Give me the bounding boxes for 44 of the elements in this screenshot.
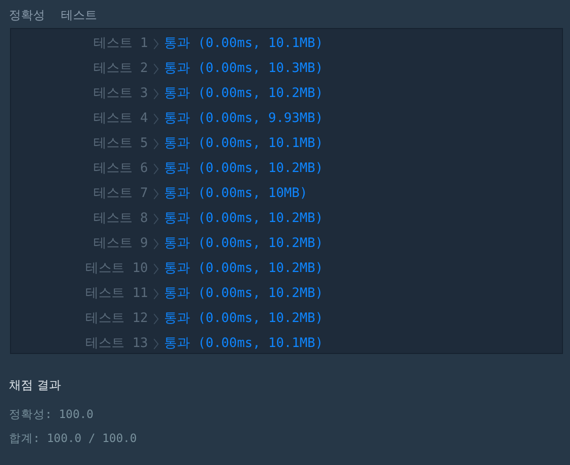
chevron-icon [153, 238, 159, 250]
test-label: 테스트 12 [84, 310, 148, 328]
summary-line: 합계: 100.0 / 100.0 [9, 430, 137, 447]
chevron-icon [153, 262, 159, 274]
column-header: 테스트 [61, 7, 97, 24]
chevron-icon [153, 188, 159, 200]
test-result: 통과 (0.00ms, 10.1MB) [164, 34, 324, 53]
chevron-icon [153, 112, 159, 124]
test-result: 통과 (0.00ms, 9.93MB) [164, 110, 324, 128]
chevron-icon [153, 138, 159, 150]
chevron-icon [153, 338, 159, 350]
chevron-icon [153, 88, 159, 100]
test-label: 테스트 6 [92, 160, 148, 178]
test-label: 테스트 11 [84, 284, 148, 303]
test-result: 통과 (0.00ms, 10MB) [164, 184, 308, 203]
test-label: 테스트 3 [92, 84, 148, 103]
test-label: 테스트 7 [92, 184, 148, 203]
test-label: 테스트 13 [84, 334, 148, 353]
test-label: 테스트 8 [92, 210, 148, 228]
test-result: 통과 (0.00ms, 10.2MB) [164, 210, 324, 228]
test-result: 통과 (0.00ms, 10.2MB) [164, 84, 324, 103]
test-label: 테스트 9 [92, 234, 148, 253]
summary-title: 채점 결과 [9, 377, 61, 394]
test-result: 통과 (0.00ms, 10.2MB) [164, 310, 324, 328]
test-label: 테스트 10 [84, 260, 148, 278]
summary-line: 정확성: 100.0 [9, 406, 94, 423]
chevron-icon [153, 212, 159, 224]
test-result: 통과 (0.00ms, 10.1MB) [164, 334, 324, 353]
test-result: 통과 (0.00ms, 10.1MB) [164, 134, 324, 153]
test-result: 통과 (0.00ms, 10.2MB) [164, 284, 324, 303]
test-result: 통과 (0.00ms, 10.3MB) [164, 60, 324, 78]
test-result: 통과 (0.00ms, 10.2MB) [164, 260, 324, 278]
test-result: 통과 (0.00ms, 10.2MB) [164, 160, 324, 178]
test-label: 테스트 5 [92, 134, 148, 153]
test-result: 통과 (0.00ms, 10.2MB) [164, 234, 324, 253]
test-label: 테스트 4 [92, 110, 148, 128]
test-label: 테스트 1 [92, 34, 148, 53]
chevron-icon [153, 312, 159, 324]
column-header: 정확성 [9, 7, 45, 24]
test-label: 테스트 2 [92, 60, 148, 78]
chevron-icon [153, 288, 159, 300]
chevron-icon [153, 38, 159, 50]
chevron-icon [153, 62, 159, 74]
chevron-icon [153, 162, 159, 174]
